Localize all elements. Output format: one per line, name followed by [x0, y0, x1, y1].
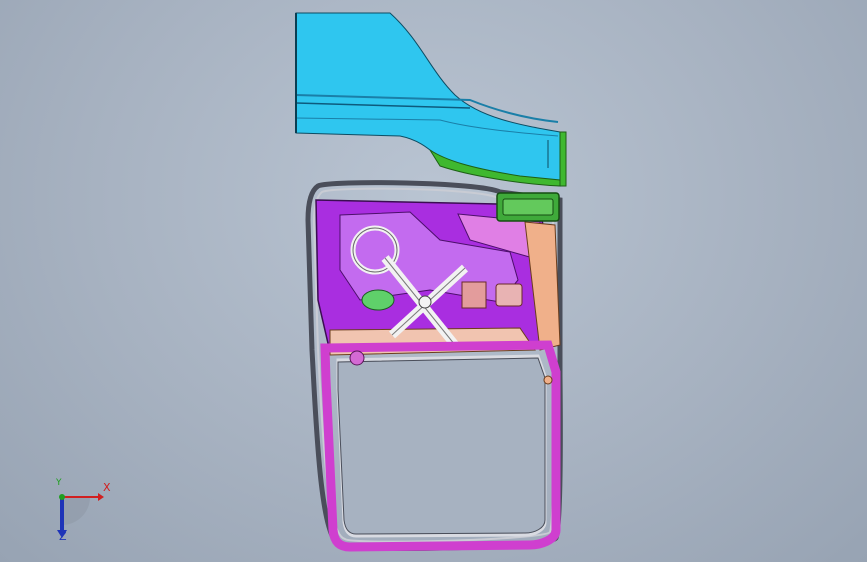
- door-assembly-model[interactable]: [0, 0, 867, 562]
- z-axis-label: Z: [59, 530, 67, 543]
- mirror-bracket[interactable]: [496, 192, 560, 222]
- y-axis-label: Y: [56, 478, 62, 488]
- axis-triad: X Y Z: [40, 478, 120, 548]
- cad-viewport[interactable]: X Y Z: [0, 0, 867, 562]
- x-axis-label: X: [103, 481, 111, 494]
- inner-door-panel[interactable]: [315, 199, 561, 356]
- fender-panel[interactable]: [295, 12, 561, 187]
- y-axis-dot: [59, 494, 65, 500]
- window-frame[interactable]: [320, 340, 561, 552]
